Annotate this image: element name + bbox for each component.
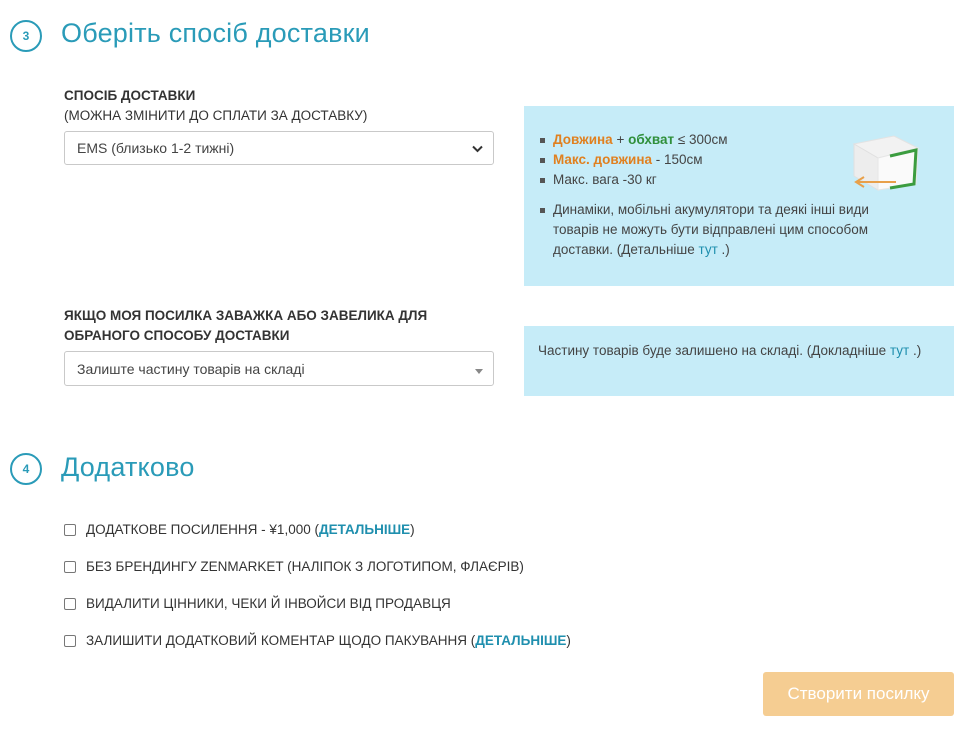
delivery-method-select[interactable]: EMS (близько 1-2 тижні) <box>64 131 494 165</box>
option-extra-reinforcement-checkbox[interactable] <box>64 523 76 536</box>
option-packing-comment[interactable]: ЗАЛИШИТИ ДОДАТКОВИЙ КОМЕНТАР ЩОДО ПАКУВА… <box>64 633 571 648</box>
info-note-item: Динаміки, мобільні акумулятори та деякі … <box>538 200 908 260</box>
chevron-down-icon <box>472 140 483 156</box>
info-note-end: .) <box>717 242 730 257</box>
delivery-method-label-text: СПОСІБ ДОСТАВКИ <box>64 88 196 103</box>
option-packing-comment-details-link[interactable]: ДЕТАЛЬНІШЕ <box>475 633 566 648</box>
info-maxlength-value: - 150см <box>651 152 703 167</box>
overweight-info-box: Частину товарів буде залишено на складі.… <box>524 326 954 396</box>
delivery-info-box: Довжина + обхват ≤ 300см Макс. довжина -… <box>524 106 954 286</box>
overweight-label: ЯКЩО МОЯ ПОСИЛКА ЗАВАЖКА АБО ЗАВЕЛИКА ДЛ… <box>64 308 428 343</box>
option-extra-reinforcement[interactable]: ДОДАТКОВЕ ПОСИЛЕННЯ - ¥1,000 (ДЕТАЛЬНІШЕ… <box>64 522 415 537</box>
create-parcel-button[interactable]: Створити посилку <box>763 672 954 716</box>
option-remove-tags-checkbox[interactable] <box>64 597 76 610</box>
overweight-info-link[interactable]: тут <box>890 343 909 358</box>
option-packing-comment-checkbox[interactable] <box>64 634 76 647</box>
info-girth-label: обхват <box>628 132 675 147</box>
info-maxweight-item: Макс. вага -30 кг <box>538 170 834 190</box>
step-3-circle: 3 <box>10 20 42 52</box>
box-icon <box>846 128 922 201</box>
info-dimension-value: ≤ 300см <box>674 132 728 147</box>
delivery-method-label: СПОСІБ ДОСТАВКИ (МОЖНА ЗМІНИТИ ДО СПЛАТИ… <box>64 86 367 126</box>
step-4-number: 4 <box>22 462 30 476</box>
option-no-branding[interactable]: БЕЗ БРЕНДИНГУ ZENMARKET (НАЛІПОК З ЛОГОТ… <box>64 559 524 574</box>
overweight-info-end: .) <box>909 343 922 358</box>
info-dimension-item: Довжина + обхват ≤ 300см <box>538 130 834 150</box>
step-3-title: Оберіть спосіб доставки <box>61 18 370 48</box>
overweight-select[interactable]: Залиште частину товарів на складі <box>64 351 494 386</box>
option-extra-reinforcement-label: ДОДАТКОВЕ ПОСИЛЕННЯ - ¥1,000 ( <box>86 522 319 537</box>
option-remove-tags[interactable]: ВИДАЛИТИ ЦІННИКИ, ЧЕКИ Й ІНВОЙСИ ВІД ПРО… <box>64 596 451 611</box>
overweight-value: Залиште частину товарів на складі <box>77 360 305 377</box>
option-no-branding-checkbox[interactable] <box>64 560 76 573</box>
option-extra-reinforcement-end: ) <box>410 522 415 537</box>
step-4-title: Додатково <box>61 452 195 482</box>
info-maxlength-item: Макс. довжина - 150см <box>538 150 834 170</box>
option-extra-reinforcement-details-link[interactable]: ДЕТАЛЬНІШЕ <box>319 522 410 537</box>
overweight-info-text: Частину товарів буде залишено на складі.… <box>538 343 890 358</box>
caret-down-icon <box>475 361 483 377</box>
option-remove-tags-label: ВИДАЛИТИ ЦІННИКИ, ЧЕКИ Й ІНВОЙСИ ВІД ПРО… <box>86 596 451 611</box>
info-maxlength-label: Макс. довжина <box>553 152 652 167</box>
option-no-branding-label: БЕЗ БРЕНДИНГУ ZENMARKET (НАЛІПОК З ЛОГОТ… <box>86 559 524 574</box>
info-length-label: Довжина <box>553 132 613 147</box>
delivery-method-sublabel: (МОЖНА ЗМІНИТИ ДО СПЛАТИ ЗА ДОСТАВКУ) <box>64 108 368 123</box>
step-4-circle: 4 <box>10 453 42 485</box>
option-packing-comment-end: ) <box>566 633 571 648</box>
option-packing-comment-label: ЗАЛИШИТИ ДОДАТКОВИЙ КОМЕНТАР ЩОДО ПАКУВА… <box>86 633 476 648</box>
delivery-method-value: EMS (близько 1-2 тижні) <box>77 140 235 156</box>
step-3-number: 3 <box>22 29 30 43</box>
info-plus: + <box>612 132 629 147</box>
info-note-link[interactable]: тут <box>699 242 718 257</box>
